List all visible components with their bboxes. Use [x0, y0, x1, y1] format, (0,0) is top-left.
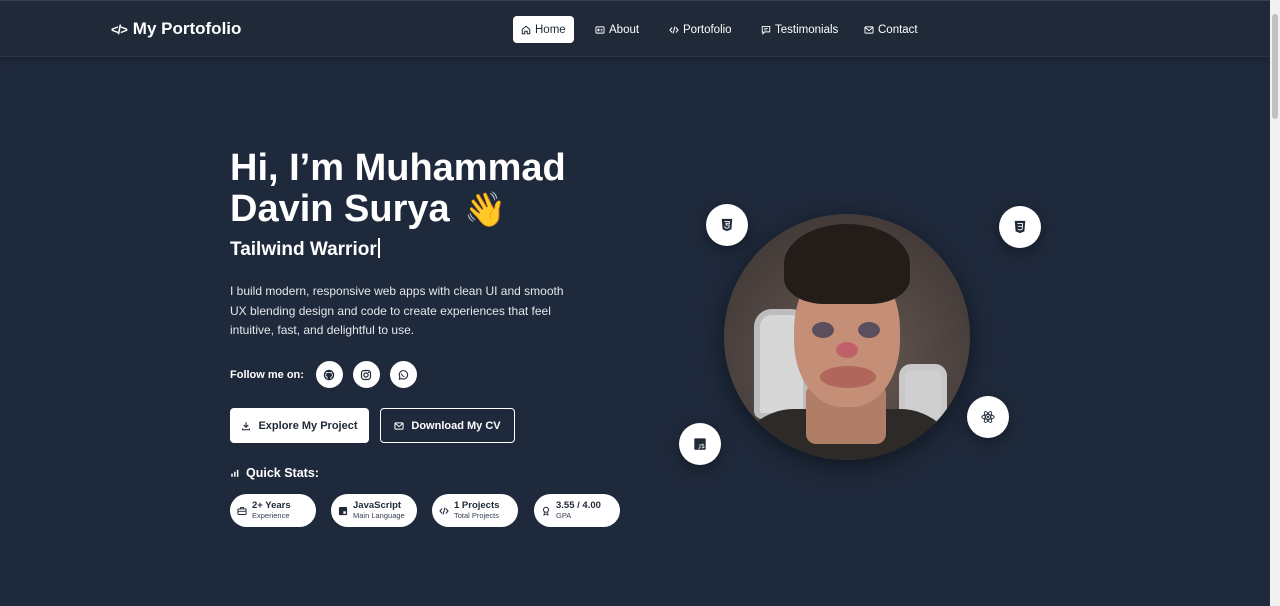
wave-emoji: 👋 — [464, 191, 507, 229]
css3-icon — [1014, 220, 1026, 234]
eye-shape — [858, 322, 880, 338]
whatsapp-link[interactable] — [389, 361, 417, 388]
eye-shape — [812, 322, 834, 338]
nav-about-label: About — [609, 23, 640, 36]
stat-value: JavaScript — [353, 499, 402, 511]
typing-cursor — [377, 238, 380, 258]
mail-icon — [864, 25, 874, 34]
explore-project-button[interactable]: Explore My Project — [230, 408, 369, 443]
social-links: Follow me on: — [230, 361, 417, 388]
nav-about[interactable]: About — [587, 16, 647, 43]
briefcase-icon — [237, 506, 247, 515]
scrollbar-thumb[interactable] — [1272, 14, 1278, 119]
react-icon — [981, 411, 995, 423]
nav-portofolio-label: Portofolio — [683, 23, 732, 36]
javascript-badge — [679, 423, 721, 465]
nav-home-label: Home — [535, 23, 566, 36]
code-icon — [669, 25, 679, 34]
quick-stats-title: Quick Stats: — [246, 466, 319, 480]
follow-label: Follow me on: — [230, 368, 304, 381]
mouth-shape — [820, 366, 876, 388]
stat-label: GPA — [556, 510, 572, 520]
navbar: </> My Portofolio Home About Portofolio … — [0, 0, 1270, 57]
stat-label: Experience — [252, 510, 290, 520]
stat-projects: 1 Projects Total Projects — [432, 494, 518, 527]
hero-title-text: Hi, I’m Muhammad Davin Surya — [230, 147, 566, 230]
home-icon — [521, 25, 531, 34]
download-cv-label: Download My CV — [411, 419, 501, 432]
nav-testimonials[interactable]: Testimonials — [753, 16, 846, 43]
instagram-icon — [361, 369, 372, 380]
github-link[interactable] — [315, 361, 343, 388]
stat-label: Total Projects — [454, 510, 500, 520]
html5-icon — [721, 218, 733, 232]
nav-portofolio[interactable]: Portofolio — [661, 16, 740, 43]
stat-gpa: 3.55 / 4.00 GPA — [534, 494, 620, 527]
js-icon — [338, 506, 348, 515]
stat-experience: 2+ Years Experience — [230, 494, 316, 527]
download-cv-button[interactable]: Download My CV — [380, 408, 515, 443]
code-icon — [439, 506, 449, 515]
explore-project-label: Explore My Project — [258, 419, 358, 432]
nav-menu: Home About Portofolio Testimonials Conta… — [0, 16, 1280, 43]
id-card-icon — [595, 25, 605, 34]
stat-value: 3.55 / 4.00 — [556, 499, 601, 511]
stat-language: JavaScript Main Language — [331, 494, 417, 527]
nav-testimonials-label: Testimonials — [775, 23, 839, 36]
css3-badge — [999, 206, 1041, 248]
stat-label: Main Language — [353, 510, 405, 520]
award-icon — [543, 506, 549, 516]
hero-description: I build modern, responsive web apps with… — [230, 284, 564, 337]
download-icon — [242, 421, 251, 430]
mail-icon — [394, 421, 404, 430]
whatsapp-icon — [398, 369, 409, 380]
javascript-icon — [694, 438, 706, 450]
profile-photo — [724, 214, 970, 460]
bar-chart-icon — [231, 469, 239, 477]
quick-stats-heading: Quick Stats: — [230, 466, 319, 480]
instagram-link[interactable] — [352, 361, 380, 388]
stat-value: 2+ Years — [252, 499, 291, 511]
nav-contact-label: Contact — [878, 23, 918, 36]
stat-value: 1 Projects — [454, 499, 500, 511]
react-badge — [967, 396, 1009, 438]
github-icon — [324, 369, 335, 380]
html5-badge — [706, 204, 748, 246]
typing-role: Tailwind Warrior — [230, 238, 380, 261]
message-icon — [761, 25, 771, 35]
nav-home[interactable]: Home — [513, 16, 574, 43]
scrollbar[interactable] — [1270, 0, 1280, 606]
nose-shape — [836, 342, 858, 358]
role-text: Tailwind Warrior — [230, 239, 377, 260]
nav-contact[interactable]: Contact — [856, 16, 926, 43]
hair-shape — [784, 224, 910, 304]
hero-title: Hi, I’m Muhammad Davin Surya 👋 — [230, 148, 650, 231]
